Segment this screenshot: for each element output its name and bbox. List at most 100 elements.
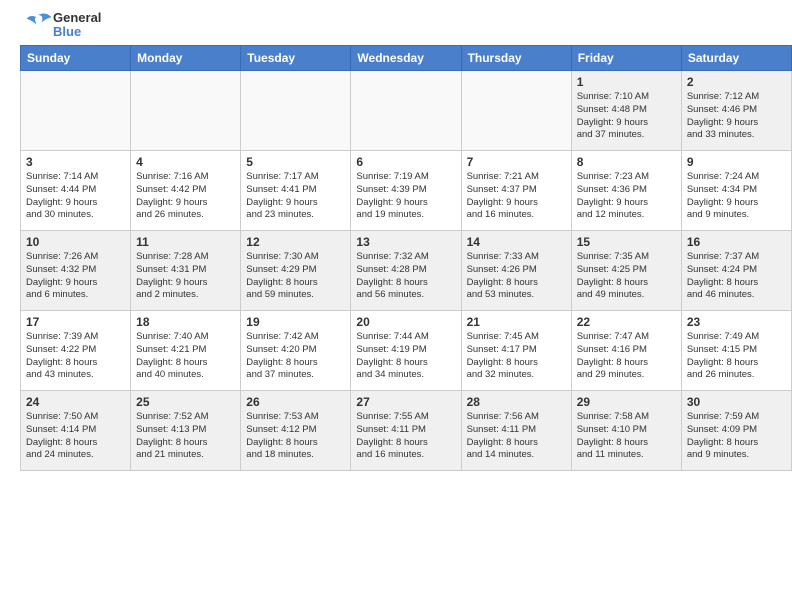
weekday-header-tuesday: Tuesday [241,46,351,71]
day-number: 26 [246,395,345,409]
calendar-cell: 27 Sunrise: 7:55 AM Sunset: 4:11 PM Dayli… [351,391,461,471]
day-number: 16 [687,235,786,249]
day-info: Sunrise: 7:35 AM Sunset: 4:25 PM Dayligh… [577,251,676,302]
day-info: Sunrise: 7:40 AM Sunset: 4:21 PM Dayligh… [136,331,235,382]
logo: General Blue [20,10,101,40]
day-info: Sunrise: 7:45 AM Sunset: 4:17 PM Dayligh… [467,331,566,382]
day-info: Sunrise: 7:47 AM Sunset: 4:16 PM Dayligh… [577,331,676,382]
calendar-cell: 5 Sunrise: 7:17 AM Sunset: 4:41 PM Daylig… [241,151,351,231]
calendar-cell: 28 Sunrise: 7:56 AM Sunset: 4:11 PM Dayli… [461,391,571,471]
day-info: Sunrise: 7:23 AM Sunset: 4:36 PM Dayligh… [577,171,676,222]
day-number: 6 [356,155,455,169]
day-info: Sunrise: 7:26 AM Sunset: 4:32 PM Dayligh… [26,251,125,302]
calendar-cell: 15Sunrise: 7:35 AM Sunset: 4:25 PM Dayli… [571,231,681,311]
day-number: 19 [246,315,345,329]
day-info: Sunrise: 7:10 AM Sunset: 4:48 PM Dayligh… [577,91,676,142]
calendar-cell: 17 Sunrise: 7:39 AM Sunset: 4:22 PM Dayli… [21,311,131,391]
day-number: 14 [467,235,566,249]
weekday-header-thursday: Thursday [461,46,571,71]
day-number: 18 [136,315,235,329]
day-number: 11 [136,235,235,249]
calendar-cell: 9 Sunrise: 7:24 AM Sunset: 4:34 PM Daylig… [681,151,791,231]
day-info: Sunrise: 7:33 AM Sunset: 4:26 PM Dayligh… [467,251,566,302]
day-number: 24 [26,395,125,409]
day-info: Sunrise: 7:12 AM Sunset: 4:46 PM Dayligh… [687,91,786,142]
day-number: 8 [577,155,676,169]
weekday-header-saturday: Saturday [681,46,791,71]
calendar-cell: 1 Sunrise: 7:10 AM Sunset: 4:48 PM Daylig… [571,71,681,151]
day-info: Sunrise: 7:24 AM Sunset: 4:34 PM Dayligh… [687,171,786,222]
day-number: 22 [577,315,676,329]
day-info: Sunrise: 7:37 AM Sunset: 4:24 PM Dayligh… [687,251,786,302]
day-number: 1 [577,75,676,89]
calendar-cell: 29Sunrise: 7:58 AM Sunset: 4:10 PM Dayli… [571,391,681,471]
calendar-cell: 6 Sunrise: 7:19 AM Sunset: 4:39 PM Daylig… [351,151,461,231]
calendar-cell: 22 Sunrise: 7:47 AM Sunset: 4:16 PM Dayli… [571,311,681,391]
calendar-cell: 2 Sunrise: 7:12 AM Sunset: 4:46 PM Daylig… [681,71,791,151]
day-info: Sunrise: 7:28 AM Sunset: 4:31 PM Dayligh… [136,251,235,302]
calendar-cell [21,71,131,151]
day-info: Sunrise: 7:16 AM Sunset: 4:42 PM Dayligh… [136,171,235,222]
calendar-cell [241,71,351,151]
calendar-cell [351,71,461,151]
day-number: 21 [467,315,566,329]
day-info: Sunrise: 7:55 AM Sunset: 4:11 PM Dayligh… [356,411,455,462]
weekday-header-friday: Friday [571,46,681,71]
day-info: Sunrise: 7:39 AM Sunset: 4:22 PM Dayligh… [26,331,125,382]
day-info: Sunrise: 7:52 AM Sunset: 4:13 PM Dayligh… [136,411,235,462]
calendar-cell [131,71,241,151]
calendar-cell: 21 Sunrise: 7:45 AM Sunset: 4:17 PM Dayli… [461,311,571,391]
calendar-cell: 14 Sunrise: 7:33 AM Sunset: 4:26 PM Dayli… [461,231,571,311]
day-number: 5 [246,155,345,169]
weekday-header-monday: Monday [131,46,241,71]
weekday-header-wednesday: Wednesday [351,46,461,71]
calendar-cell: 16 Sunrise: 7:37 AM Sunset: 4:24 PM Dayli… [681,231,791,311]
day-info: Sunrise: 7:50 AM Sunset: 4:14 PM Dayligh… [26,411,125,462]
day-number: 20 [356,315,455,329]
day-info: Sunrise: 7:14 AM Sunset: 4:44 PM Dayligh… [26,171,125,222]
day-info: Sunrise: 7:59 AM Sunset: 4:09 PM Dayligh… [687,411,786,462]
calendar-cell: 26 Sunrise: 7:53 AM Sunset: 4:12 PM Dayli… [241,391,351,471]
calendar-cell: 8 Sunrise: 7:23 AM Sunset: 4:36 PM Daylig… [571,151,681,231]
weekday-header-sunday: Sunday [21,46,131,71]
day-info: Sunrise: 7:53 AM Sunset: 4:12 PM Dayligh… [246,411,345,462]
calendar-cell: 19 Sunrise: 7:42 AM Sunset: 4:20 PM Dayli… [241,311,351,391]
day-number: 10 [26,235,125,249]
calendar-cell: 18 Sunrise: 7:40 AM Sunset: 4:21 PM Dayli… [131,311,241,391]
calendar-cell: 10 Sunrise: 7:26 AM Sunset: 4:32 PM Dayli… [21,231,131,311]
calendar-cell: 4 Sunrise: 7:16 AM Sunset: 4:42 PM Daylig… [131,151,241,231]
header: General Blue [0,0,792,45]
calendar-cell: 3 Sunrise: 7:14 AM Sunset: 4:44 PM Daylig… [21,151,131,231]
day-info: Sunrise: 7:32 AM Sunset: 4:28 PM Dayligh… [356,251,455,302]
day-info: Sunrise: 7:44 AM Sunset: 4:19 PM Dayligh… [356,331,455,382]
day-number: 23 [687,315,786,329]
day-number: 12 [246,235,345,249]
calendar-cell [461,71,571,151]
day-number: 4 [136,155,235,169]
calendar-cell: 20 Sunrise: 7:44 AM Sunset: 4:19 PM Dayli… [351,311,461,391]
day-number: 7 [467,155,566,169]
day-number: 28 [467,395,566,409]
day-info: Sunrise: 7:49 AM Sunset: 4:15 PM Dayligh… [687,331,786,382]
calendar-cell: 7 Sunrise: 7:21 AM Sunset: 4:37 PM Daylig… [461,151,571,231]
day-info: Sunrise: 7:42 AM Sunset: 4:20 PM Dayligh… [246,331,345,382]
calendar-cell: 13 Sunrise: 7:32 AM Sunset: 4:28 PM Dayli… [351,231,461,311]
calendar-cell: 12 Sunrise: 7:30 AM Sunset: 4:29 PM Dayli… [241,231,351,311]
day-number: 17 [26,315,125,329]
calendar-cell: 23 Sunrise: 7:49 AM Sunset: 4:15 PM Dayli… [681,311,791,391]
day-info: Sunrise: 7:21 AM Sunset: 4:37 PM Dayligh… [467,171,566,222]
day-info: Sunrise: 7:30 AM Sunset: 4:29 PM Dayligh… [246,251,345,302]
day-number: 29 [577,395,676,409]
day-info: Sunrise: 7:56 AM Sunset: 4:11 PM Dayligh… [467,411,566,462]
day-info: Sunrise: 7:19 AM Sunset: 4:39 PM Dayligh… [356,171,455,222]
calendar-table: SundayMondayTuesdayWednesdayThursdayFrid… [20,45,792,471]
day-number: 27 [356,395,455,409]
day-number: 30 [687,395,786,409]
day-number: 9 [687,155,786,169]
day-number: 2 [687,75,786,89]
calendar-cell: 30 Sunrise: 7:59 AM Sunset: 4:09 PM Dayli… [681,391,791,471]
day-number: 13 [356,235,455,249]
calendar-cell: 25Sunrise: 7:52 AM Sunset: 4:13 PM Dayli… [131,391,241,471]
day-number: 3 [26,155,125,169]
day-info: Sunrise: 7:17 AM Sunset: 4:41 PM Dayligh… [246,171,345,222]
